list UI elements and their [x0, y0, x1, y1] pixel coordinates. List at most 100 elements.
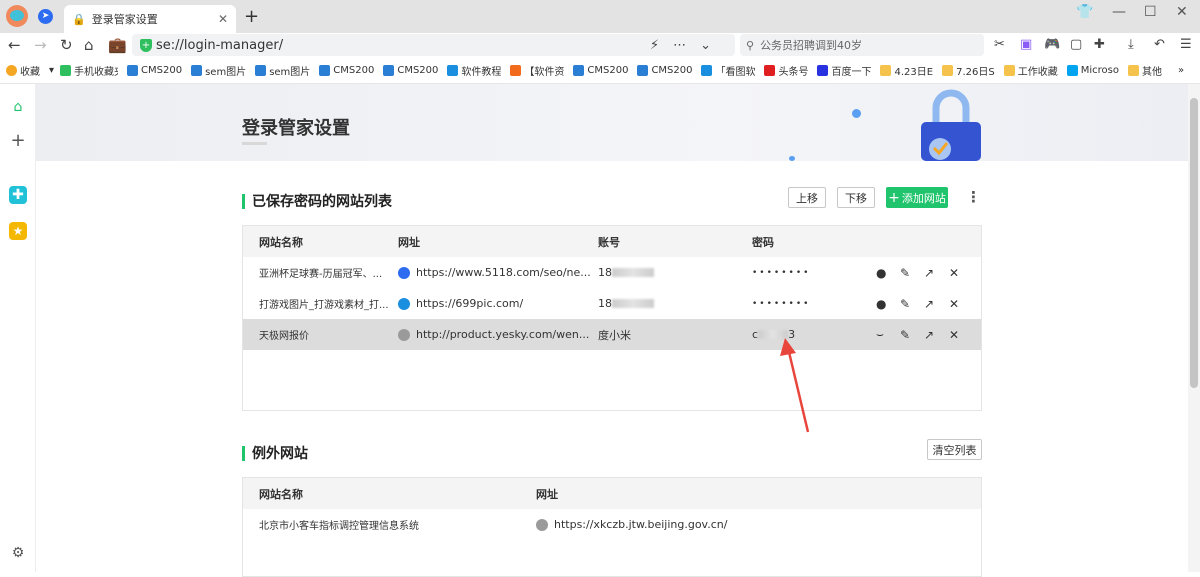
secure-shield-icon: +	[140, 38, 152, 52]
password-masked: ••••••••	[752, 298, 811, 309]
tab-active[interactable]: 🔒 登录管家设置 ✕	[64, 5, 236, 33]
settings-icon[interactable]: ⚙	[9, 544, 27, 562]
scissors-icon[interactable]: ✂	[994, 37, 1005, 52]
bookmark-item[interactable]: CMS200	[383, 65, 438, 76]
search-icon: ⚲	[746, 38, 755, 52]
bookmark-item[interactable]: Microso	[1066, 65, 1119, 76]
table-row[interactable]: 打游戏图片_打游戏素材_打... https://699pic.com/ 18 …	[243, 288, 981, 319]
bookmark-item[interactable]: 7.26日S	[942, 63, 995, 78]
saved-section-title: 已保存密码的网站列表	[242, 191, 392, 211]
site-name: 亚洲杯足球赛-历届冠军、...	[259, 269, 383, 280]
bookmark-item[interactable]: CMS200	[127, 65, 182, 76]
minimize-button[interactable]: —	[1112, 4, 1126, 20]
site-name: 打游戏图片_打游戏素材_打...	[259, 300, 389, 311]
bookmark-item[interactable]: CMS200	[573, 65, 628, 76]
clear-list-button[interactable]: 清空列表	[927, 439, 982, 460]
header-url: 网址	[536, 487, 558, 501]
address-bar[interactable]: + se://login-manager/ ⚡⋯⌄	[132, 34, 735, 56]
header-account: 账号	[598, 235, 620, 249]
favorites-icon[interactable]: ★	[9, 222, 27, 240]
site-url-cell: https://xkczb.jtw.beijing.gov.cn/	[536, 518, 727, 531]
pinned-tab-icon[interactable]: ➤	[38, 9, 53, 24]
puzzle-icon[interactable]: ✚	[1094, 37, 1105, 52]
delete-icon[interactable]: ✕	[949, 328, 959, 342]
briefcase-icon[interactable]: 💼	[108, 36, 127, 54]
bookmark-item[interactable]: CMS200	[637, 65, 692, 76]
bookmark-item[interactable]: 头条号	[764, 63, 808, 78]
open-link-icon[interactable]: ↗	[924, 266, 934, 280]
bookmark-label: sem图片	[205, 67, 247, 78]
more-options-icon[interactable]: ⋮	[966, 188, 981, 206]
game-icon[interactable]: 🎮	[1044, 37, 1060, 52]
home-button[interactable]: ⌂	[84, 36, 94, 54]
forward-button[interactable]: →	[34, 36, 47, 54]
scrollbar[interactable]	[1188, 84, 1200, 572]
menu-icon[interactable]: ☰	[1180, 37, 1192, 52]
bookmark-item[interactable]: 4.23日E	[880, 63, 933, 78]
bookmark-item[interactable]: 百度一下	[817, 63, 871, 78]
show-password-icon[interactable]: ●	[876, 297, 886, 311]
extension-icon[interactable]: ▣	[1020, 37, 1032, 52]
table-row[interactable]: 亚洲杯足球赛-历届冠军、... https://www.5118.com/seo…	[243, 257, 981, 288]
hide-password-icon[interactable]: ⌣	[876, 327, 884, 342]
bookmark-item[interactable]: CMS200	[319, 65, 374, 76]
header-password: 密码	[752, 235, 774, 249]
download-icon[interactable]: ⤓	[1128, 37, 1134, 52]
bookmark-item[interactable]: sem图片	[191, 63, 246, 78]
header-name: 网站名称	[259, 487, 303, 501]
password-blurred	[758, 330, 789, 339]
bookmark-item[interactable]: 软件教程	[447, 63, 501, 78]
bookmark-item[interactable]: 其他	[1127, 63, 1162, 78]
table-row[interactable]: 天极网报价 http://product.yesky.com/wen... 度小…	[243, 319, 981, 350]
edit-icon[interactable]: ✎	[900, 266, 910, 280]
bookmark-item[interactable]: 工作收藏	[1003, 63, 1058, 78]
bookmark-label: 手机收藏夹	[74, 67, 118, 78]
maximize-button[interactable]: ☐	[1144, 4, 1157, 20]
page-title: 登录管家设置	[242, 118, 350, 139]
bookmark-item[interactable]: 【软件资	[510, 63, 564, 78]
bookmark-icon	[817, 65, 829, 76]
scrollbar-thumb[interactable]	[1190, 98, 1198, 388]
edit-icon[interactable]: ✎	[900, 328, 910, 342]
bookmark-icon	[191, 65, 203, 76]
bookmark-label: Microso	[1080, 65, 1119, 76]
bookmark-icon	[319, 65, 331, 76]
back-button[interactable]: ←	[8, 36, 21, 54]
delete-icon[interactable]: ✕	[949, 297, 959, 311]
close-tab-icon[interactable]: ✕	[218, 12, 228, 26]
edit-icon[interactable]: ✎	[900, 297, 910, 311]
bookmark-item[interactable]: sem图片	[255, 63, 310, 78]
reader-icon[interactable]: ▢	[1070, 37, 1082, 52]
open-link-icon[interactable]: ↗	[924, 328, 934, 342]
reload-button[interactable]: ↻	[60, 36, 73, 54]
add-icon[interactable]: +	[9, 132, 27, 150]
app-icon[interactable]: ✚	[9, 186, 27, 204]
bookmark-item[interactable]: 收藏	[6, 63, 40, 78]
open-link-icon[interactable]: ↗	[924, 297, 934, 311]
dropdown-icon[interactable]: ▾	[49, 65, 54, 76]
bookmark-icon	[1003, 65, 1015, 76]
delete-icon[interactable]: ✕	[949, 266, 959, 280]
search-input[interactable]: ⚲ 公务员招聘调到40岁	[740, 34, 984, 56]
password-masked: ••••••••	[752, 267, 811, 278]
move-up-button[interactable]: 上移	[788, 187, 826, 208]
skin-icon[interactable]: 👕	[1076, 4, 1093, 20]
bookmark-label: CMS200	[141, 65, 183, 76]
browser-logo[interactable]	[6, 5, 28, 27]
bookmark-label: 「看图软	[715, 67, 756, 78]
move-down-button[interactable]: 下移	[837, 187, 875, 208]
address-actions-icon[interactable]: ⚡⋯⌄	[650, 38, 725, 53]
undo-icon[interactable]: ↶	[1154, 37, 1165, 52]
table-row[interactable]: 北京市小客车指标调控管理信息系统 https://xkczb.jtw.beiji…	[243, 509, 981, 540]
add-site-button[interactable]: + 添加网站	[886, 187, 948, 208]
home-icon[interactable]: ⌂	[9, 98, 27, 116]
site-url: https://xkczb.jtw.beijing.gov.cn/	[554, 518, 728, 531]
bookmark-item[interactable]: 「看图软	[701, 63, 755, 78]
more-bookmarks-button[interactable]: »	[1178, 65, 1184, 76]
site-name: 北京市小客车指标调控管理信息系统	[259, 521, 419, 532]
new-tab-button[interactable]: +	[244, 6, 259, 27]
close-window-button[interactable]: ✕	[1176, 4, 1188, 20]
show-password-icon[interactable]: ●	[876, 266, 886, 280]
account-cell: 18	[598, 297, 654, 310]
bookmark-item[interactable]: 手机收藏夹	[60, 63, 118, 78]
